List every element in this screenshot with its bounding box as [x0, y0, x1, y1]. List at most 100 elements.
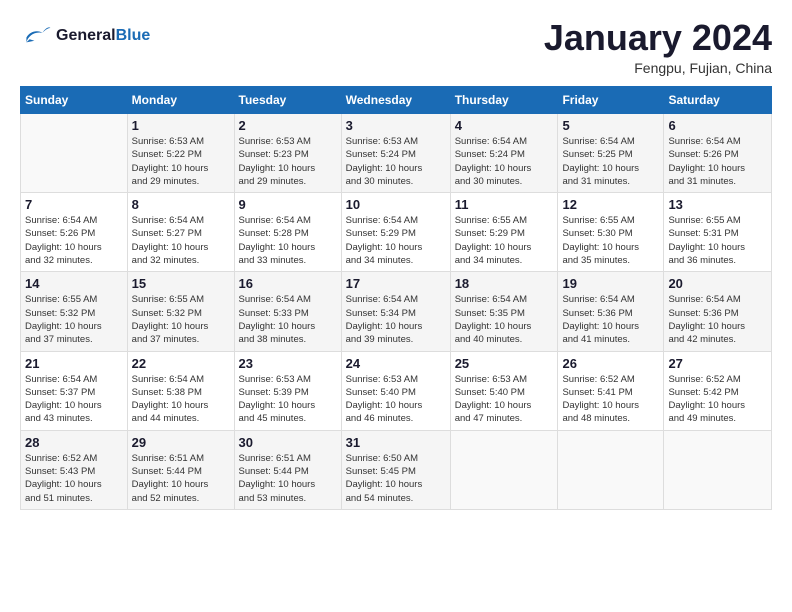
day-number: 25	[455, 356, 554, 371]
calendar-cell: 16 Sunrise: 6:54 AM Sunset: 5:33 PM Dayli…	[234, 272, 341, 351]
calendar-cell: 1 Sunrise: 6:53 AM Sunset: 5:22 PM Daylig…	[127, 114, 234, 193]
calendar-cell: 21 Sunrise: 6:54 AM Sunset: 5:37 PM Dayli…	[21, 351, 128, 430]
calendar-cell: 26Sunrise: 6:52 AM Sunset: 5:41 PM Dayli…	[558, 351, 664, 430]
day-info: Sunrise: 6:55 AM Sunset: 5:32 PM Dayligh…	[132, 293, 230, 346]
day-number: 8	[132, 197, 230, 212]
day-number: 11	[455, 197, 554, 212]
day-number: 20	[668, 276, 767, 291]
day-number: 5	[562, 118, 659, 133]
day-info: Sunrise: 6:52 AM Sunset: 5:42 PM Dayligh…	[668, 373, 767, 426]
calendar-cell: 29Sunrise: 6:51 AM Sunset: 5:44 PM Dayli…	[127, 430, 234, 509]
day-info: Sunrise: 6:54 AM Sunset: 5:26 PM Dayligh…	[25, 214, 123, 267]
calendar-cell: 4 Sunrise: 6:54 AM Sunset: 5:24 PM Daylig…	[450, 114, 558, 193]
header-saturday: Saturday	[664, 87, 772, 114]
calendar-cell: 27 Sunrise: 6:52 AM Sunset: 5:42 PM Dayli…	[664, 351, 772, 430]
calendar-cell: 24Sunrise: 6:53 AM Sunset: 5:40 PM Dayli…	[341, 351, 450, 430]
calendar-cell: 10 Sunrise: 6:54 AM Sunset: 5:29 PM Dayli…	[341, 193, 450, 272]
day-info: Sunrise: 6:51 AM Sunset: 5:44 PM Dayligh…	[132, 452, 230, 505]
calendar-cell: 31Sunrise: 6:50 AM Sunset: 5:45 PM Dayli…	[341, 430, 450, 509]
calendar-cell: 13 Sunrise: 6:55 AM Sunset: 5:31 PM Dayli…	[664, 193, 772, 272]
day-info: Sunrise: 6:52 AM Sunset: 5:43 PM Dayligh…	[25, 452, 123, 505]
calendar-cell	[450, 430, 558, 509]
day-number: 22	[132, 356, 230, 371]
day-info: Sunrise: 6:54 AM Sunset: 5:36 PM Dayligh…	[562, 293, 659, 346]
calendar-cell: 17 Sunrise: 6:54 AM Sunset: 5:34 PM Dayli…	[341, 272, 450, 351]
calendar-cell	[558, 430, 664, 509]
month-title: January 2024	[544, 20, 772, 56]
day-info: Sunrise: 6:53 AM Sunset: 5:22 PM Dayligh…	[132, 135, 230, 188]
day-info: Sunrise: 6:54 AM Sunset: 5:34 PM Dayligh…	[346, 293, 446, 346]
title-area: January 2024 Fengpu, Fujian, China	[544, 20, 772, 76]
week-row-5: 28 Sunrise: 6:52 AM Sunset: 5:43 PM Dayli…	[21, 430, 772, 509]
day-number: 14	[25, 276, 123, 291]
calendar-cell: 11 Sunrise: 6:55 AM Sunset: 5:29 PM Dayli…	[450, 193, 558, 272]
day-info: Sunrise: 6:54 AM Sunset: 5:33 PM Dayligh…	[239, 293, 337, 346]
day-number: 16	[239, 276, 337, 291]
day-info: Sunrise: 6:55 AM Sunset: 5:32 PM Dayligh…	[25, 293, 123, 346]
day-number: 4	[455, 118, 554, 133]
calendar-cell: 3 Sunrise: 6:53 AM Sunset: 5:24 PM Daylig…	[341, 114, 450, 193]
calendar-cell: 7Sunrise: 6:54 AM Sunset: 5:26 PM Daylig…	[21, 193, 128, 272]
day-number: 3	[346, 118, 446, 133]
header-row: SundayMondayTuesdayWednesdayThursdayFrid…	[21, 87, 772, 114]
day-number: 17	[346, 276, 446, 291]
calendar-cell: 25 Sunrise: 6:53 AM Sunset: 5:40 PM Dayli…	[450, 351, 558, 430]
page-header: GeneralBlue January 2024 Fengpu, Fujian,…	[20, 20, 772, 76]
week-row-1: 1 Sunrise: 6:53 AM Sunset: 5:22 PM Daylig…	[21, 114, 772, 193]
day-info: Sunrise: 6:53 AM Sunset: 5:39 PM Dayligh…	[239, 373, 337, 426]
day-number: 27	[668, 356, 767, 371]
calendar-cell	[664, 430, 772, 509]
day-number: 21	[25, 356, 123, 371]
day-number: 24	[346, 356, 446, 371]
logo-text: GeneralBlue	[56, 27, 150, 45]
day-number: 1	[132, 118, 230, 133]
day-info: Sunrise: 6:54 AM Sunset: 5:37 PM Dayligh…	[25, 373, 123, 426]
header-tuesday: Tuesday	[234, 87, 341, 114]
day-info: Sunrise: 6:54 AM Sunset: 5:28 PM Dayligh…	[239, 214, 337, 267]
calendar-cell: 2Sunrise: 6:53 AM Sunset: 5:23 PM Daylig…	[234, 114, 341, 193]
day-info: Sunrise: 6:54 AM Sunset: 5:24 PM Dayligh…	[455, 135, 554, 188]
day-number: 19	[562, 276, 659, 291]
day-info: Sunrise: 6:55 AM Sunset: 5:30 PM Dayligh…	[562, 214, 659, 267]
day-info: Sunrise: 6:54 AM Sunset: 5:38 PM Dayligh…	[132, 373, 230, 426]
week-row-4: 21 Sunrise: 6:54 AM Sunset: 5:37 PM Dayli…	[21, 351, 772, 430]
day-info: Sunrise: 6:53 AM Sunset: 5:40 PM Dayligh…	[455, 373, 554, 426]
week-row-2: 7Sunrise: 6:54 AM Sunset: 5:26 PM Daylig…	[21, 193, 772, 272]
calendar-table: SundayMondayTuesdayWednesdayThursdayFrid…	[20, 86, 772, 510]
calendar-cell: 8 Sunrise: 6:54 AM Sunset: 5:27 PM Daylig…	[127, 193, 234, 272]
header-friday: Friday	[558, 87, 664, 114]
day-number: 18	[455, 276, 554, 291]
logo: GeneralBlue	[20, 20, 150, 52]
calendar-cell: 5Sunrise: 6:54 AM Sunset: 5:25 PM Daylig…	[558, 114, 664, 193]
day-info: Sunrise: 6:54 AM Sunset: 5:27 PM Dayligh…	[132, 214, 230, 267]
day-info: Sunrise: 6:54 AM Sunset: 5:35 PM Dayligh…	[455, 293, 554, 346]
calendar-cell: 28 Sunrise: 6:52 AM Sunset: 5:43 PM Dayli…	[21, 430, 128, 509]
day-number: 9	[239, 197, 337, 212]
calendar-cell	[21, 114, 128, 193]
calendar-cell: 14 Sunrise: 6:55 AM Sunset: 5:32 PM Dayli…	[21, 272, 128, 351]
day-info: Sunrise: 6:53 AM Sunset: 5:24 PM Dayligh…	[346, 135, 446, 188]
day-info: Sunrise: 6:55 AM Sunset: 5:31 PM Dayligh…	[668, 214, 767, 267]
day-info: Sunrise: 6:54 AM Sunset: 5:26 PM Dayligh…	[668, 135, 767, 188]
day-number: 28	[25, 435, 123, 450]
day-number: 10	[346, 197, 446, 212]
day-info: Sunrise: 6:54 AM Sunset: 5:29 PM Dayligh…	[346, 214, 446, 267]
location-subtitle: Fengpu, Fujian, China	[544, 60, 772, 76]
calendar-cell: 19 Sunrise: 6:54 AM Sunset: 5:36 PM Dayli…	[558, 272, 664, 351]
day-number: 23	[239, 356, 337, 371]
day-info: Sunrise: 6:51 AM Sunset: 5:44 PM Dayligh…	[239, 452, 337, 505]
day-info: Sunrise: 6:55 AM Sunset: 5:29 PM Dayligh…	[455, 214, 554, 267]
calendar-cell: 23 Sunrise: 6:53 AM Sunset: 5:39 PM Dayli…	[234, 351, 341, 430]
day-info: Sunrise: 6:50 AM Sunset: 5:45 PM Dayligh…	[346, 452, 446, 505]
calendar-cell: 30Sunrise: 6:51 AM Sunset: 5:44 PM Dayli…	[234, 430, 341, 509]
calendar-cell: 9 Sunrise: 6:54 AM Sunset: 5:28 PM Daylig…	[234, 193, 341, 272]
day-info: Sunrise: 6:52 AM Sunset: 5:41 PM Dayligh…	[562, 373, 659, 426]
header-thursday: Thursday	[450, 87, 558, 114]
day-number: 2	[239, 118, 337, 133]
calendar-cell: 12Sunrise: 6:55 AM Sunset: 5:30 PM Dayli…	[558, 193, 664, 272]
calendar-cell: 20Sunrise: 6:54 AM Sunset: 5:36 PM Dayli…	[664, 272, 772, 351]
week-row-3: 14 Sunrise: 6:55 AM Sunset: 5:32 PM Dayli…	[21, 272, 772, 351]
calendar-cell: 6Sunrise: 6:54 AM Sunset: 5:26 PM Daylig…	[664, 114, 772, 193]
header-monday: Monday	[127, 87, 234, 114]
day-number: 13	[668, 197, 767, 212]
